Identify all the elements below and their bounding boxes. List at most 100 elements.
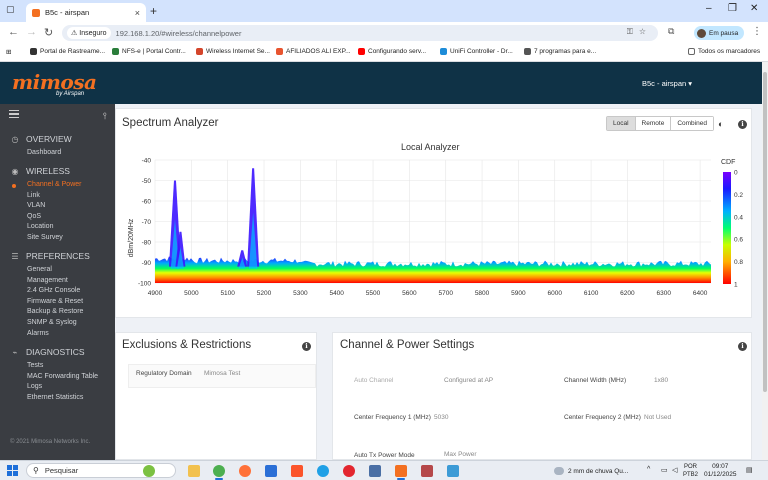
sidebar-item-location[interactable]: Location [27, 223, 53, 230]
chrome-icon[interactable] [213, 465, 225, 477]
volume-icon[interactable]: ◁ [672, 466, 677, 474]
folder-icon [688, 48, 695, 55]
taskbar: ⚲ Pesquisar 2 mm de chuva Qu... ^ ▭ ◁ PO… [0, 460, 768, 480]
tab-local[interactable]: Local [607, 117, 636, 130]
sidebar-item-alarms[interactable]: Alarms [27, 330, 49, 337]
sidebar-item-vlan[interactable]: VLAN [27, 202, 45, 209]
bookmark-item[interactable]: Portal de Rastreame... [30, 48, 105, 55]
sidebar-item-qos[interactable]: QoS [27, 213, 41, 220]
exclusions-info-icon[interactable]: i [302, 342, 311, 351]
sidebar-item-backup-restore[interactable]: Backup & Restore [27, 308, 83, 315]
brave-icon[interactable] [291, 465, 303, 477]
sidebar-item-site-survey[interactable]: Site Survey [27, 234, 63, 241]
cdf-tick-label: 1 [734, 282, 738, 289]
spectrum-info-icon[interactable]: i [738, 120, 747, 129]
url-text[interactable]: 192.168.1.20/#wireless/channelpower [116, 29, 242, 38]
bookmark-item[interactable]: 7 programas para e... [524, 48, 596, 55]
sidebar-section-diagnostics[interactable]: ⌁ DIAGNOSTICS [10, 347, 85, 357]
y-tick-label: -70 [142, 219, 152, 226]
channel-power-title: Channel & Power Settings [340, 339, 475, 351]
sidebar-section-overview[interactable]: ◷ OVERVIEW [10, 134, 72, 144]
sidebar-item-logs[interactable]: Logs [27, 383, 42, 390]
clock-icon: ◷ [11, 134, 19, 144]
sidebar-item-snmp-syslog[interactable]: SNMP & Syslog [27, 319, 77, 326]
omnibox-actions[interactable]: ⚿☆ [627, 27, 652, 37]
tab-remote[interactable]: Remote [635, 117, 672, 130]
browser-menu-icon[interactable]: ⋮ [752, 26, 762, 37]
x-tick-label: 6400 [693, 290, 708, 297]
weather-widget[interactable]: 2 mm de chuva Qu... [554, 467, 628, 475]
network-icon[interactable]: ▭ [661, 466, 668, 474]
sidebar-item-dashboard[interactable]: Dashboard [27, 149, 61, 156]
x-tick-label: 6200 [620, 290, 635, 297]
hamburger-menu-icon[interactable] [9, 110, 19, 118]
sidebar-section-wireless[interactable]: ◉ WIRELESS [10, 166, 70, 176]
winbox-icon[interactable] [265, 465, 277, 477]
cloud-icon [554, 467, 564, 475]
browser-tab[interactable]: B5c - airspan × [26, 3, 146, 22]
reload-icon[interactable]: ↻ [44, 26, 53, 39]
x-tick-label: 6000 [548, 290, 563, 297]
x-tick-label: 5300 [293, 290, 308, 297]
pin-icon[interactable]: ⫯ [103, 111, 107, 122]
mimosa-app-icon[interactable] [395, 465, 407, 477]
sliders-icon: ☰ [11, 251, 19, 261]
device-menu[interactable]: B5c - airspan ▾ [642, 79, 692, 88]
notification-icon[interactable]: ▤ [746, 466, 753, 474]
taskbar-widget-icon[interactable] [143, 465, 155, 477]
app-icon-1[interactable] [369, 465, 381, 477]
close-window-icon[interactable]: ✕ [750, 3, 758, 14]
forward-icon[interactable]: → [26, 26, 37, 38]
x-tick-label: 5700 [438, 290, 453, 297]
tray-chevron-icon[interactable]: ^ [647, 466, 650, 473]
copyright: © 2021 Mimosa Networks Inc. [10, 439, 91, 445]
sidebar-item-general[interactable]: General [27, 266, 52, 273]
x-tick-label: 5500 [366, 290, 381, 297]
sidebar-item-mac-forwarding-table[interactable]: MAC Forwarding Table [27, 373, 98, 380]
edge-icon[interactable] [317, 465, 329, 477]
bookmark-item[interactable]: Wireless Internet Se... [196, 48, 270, 55]
new-tab-icon[interactable]: + [150, 4, 157, 18]
sidebar-item-ethernet-statistics[interactable]: Ethernet Statistics [27, 394, 83, 401]
scrollbar-thumb[interactable] [763, 72, 767, 392]
sidebar-item-channel-power[interactable]: Channel & Power [27, 181, 81, 188]
profile-button[interactable]: Em pausa [694, 26, 744, 40]
tab-search-icon[interactable]: ▢ [6, 4, 18, 16]
contrast-icon[interactable]: ◐ [718, 119, 723, 129]
x-tick-label: 5000 [184, 290, 199, 297]
system-clock[interactable]: 09:07 01/12/2025 [704, 463, 737, 479]
app-icon-3[interactable] [447, 465, 459, 477]
file-explorer-icon[interactable] [188, 465, 200, 477]
bookmark-all[interactable]: Todos os marcadores [688, 48, 760, 55]
auto-channel-label: Auto Channel [354, 377, 394, 384]
windows-start-icon[interactable] [7, 465, 18, 476]
bookmark-item[interactable]: UniFi Controller - Dr... [440, 48, 513, 55]
bookmark-item[interactable]: Configurando serv... [358, 48, 426, 55]
bookmark-item[interactable]: AFILIADOS ALI EXP... [276, 48, 351, 55]
address-bar[interactable]: ⚠ Inseguro 192.168.1.20/#wireless/channe… [62, 25, 658, 41]
sidebar-item-management[interactable]: Management [27, 277, 68, 284]
sidebar-item-tests[interactable]: Tests [27, 362, 43, 369]
language-indicator[interactable]: POR PTB2 [683, 463, 698, 479]
sidebar-item-2-4-ghz-console[interactable]: 2.4 GHz Console [27, 287, 80, 294]
bookmark-item[interactable]: NFS-e | Portal Contr... [112, 48, 186, 55]
cdf-tick-label: 0.2 [734, 192, 743, 199]
channel-power-info-icon[interactable]: i [738, 342, 747, 351]
restore-icon[interactable]: ❐ [728, 3, 737, 14]
minimize-icon[interactable]: – [706, 3, 712, 14]
sidebar-section-preferences[interactable]: ☰ PREFERENCES [10, 251, 89, 261]
tab-combined[interactable]: Combined [671, 117, 713, 130]
app-icon-2[interactable] [421, 465, 433, 477]
firefox-icon[interactable] [239, 465, 251, 477]
opera-icon[interactable] [343, 465, 355, 477]
extensions-icon[interactable]: ⧉ [668, 26, 674, 37]
y-tick-label: -90 [142, 260, 152, 267]
center-freq2-value: Not Used [644, 414, 672, 421]
apps-grid-icon[interactable]: ⊞ [6, 48, 11, 56]
sidebar-item-link[interactable]: Link [27, 192, 40, 199]
tab-close-icon[interactable]: × [135, 8, 140, 18]
security-chip[interactable]: ⚠ Inseguro [67, 27, 111, 39]
signal-peaks [168, 168, 260, 269]
sidebar-item-firmware-reset[interactable]: Firmware & Reset [27, 298, 83, 305]
back-icon[interactable]: ← [8, 26, 19, 38]
